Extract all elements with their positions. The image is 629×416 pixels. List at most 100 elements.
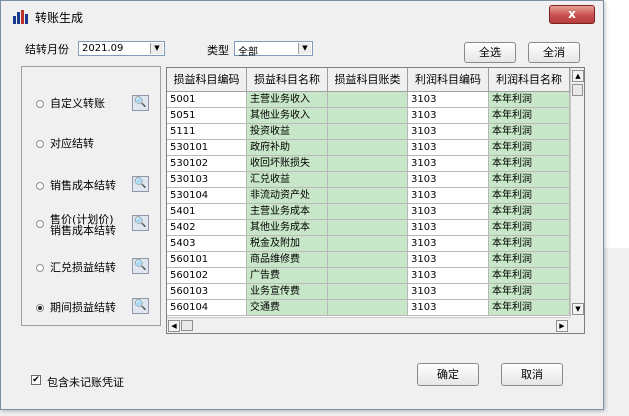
table-cell[interactable]: 3103: [408, 172, 489, 188]
table-cell[interactable]: 3103: [408, 220, 489, 236]
table-cell[interactable]: 3103: [408, 268, 489, 284]
table-cell[interactable]: 560103: [167, 284, 247, 300]
table-cell[interactable]: 政府补助: [247, 140, 328, 156]
table-cell[interactable]: 汇兑收益: [247, 172, 328, 188]
table-cell[interactable]: 560101: [167, 252, 247, 268]
table-row[interactable]: 530103 汇兑收益 3103 本年利润: [167, 172, 570, 188]
table-cell[interactable]: 560102: [167, 268, 247, 284]
table-cell[interactable]: 广告费: [247, 268, 328, 284]
search-icon[interactable]: 🔍: [132, 95, 149, 111]
table-cell[interactable]: 5111: [167, 124, 247, 140]
table-cell[interactable]: [328, 252, 408, 268]
table-cell[interactable]: 5001: [167, 92, 247, 108]
table-cell[interactable]: 本年利润: [489, 124, 570, 140]
horizontal-scrollbar[interactable]: ◀ ▶: [167, 317, 570, 333]
table-cell[interactable]: 3103: [408, 140, 489, 156]
table-cell[interactable]: 本年利润: [489, 204, 570, 220]
search-icon[interactable]: 🔍: [132, 298, 149, 314]
radio-button[interactable]: [36, 100, 44, 108]
table-cell[interactable]: 本年利润: [489, 300, 570, 316]
table-cell[interactable]: 本年利润: [489, 252, 570, 268]
table-cell[interactable]: [328, 172, 408, 188]
table-cell[interactable]: [328, 188, 408, 204]
table-cell[interactable]: 本年利润: [489, 188, 570, 204]
column-header[interactable]: 损益科目名称: [247, 68, 328, 92]
column-header[interactable]: 损益科目账类: [328, 68, 408, 92]
table-cell[interactable]: 本年利润: [489, 220, 570, 236]
type-select[interactable]: 全部 ▼: [234, 41, 313, 58]
search-icon[interactable]: 🔍: [132, 258, 149, 274]
table-cell[interactable]: 税金及附加: [247, 236, 328, 252]
table-cell[interactable]: 530104: [167, 188, 247, 204]
table-cell[interactable]: 本年利润: [489, 268, 570, 284]
table-cell[interactable]: 3103: [408, 124, 489, 140]
table-cell[interactable]: [328, 220, 408, 236]
table-row[interactable]: 5403 税金及附加 3103 本年利润: [167, 236, 570, 252]
table-cell[interactable]: 3103: [408, 284, 489, 300]
select-all-button[interactable]: 全选: [464, 42, 516, 63]
table-row[interactable]: 530102 收回坏账损失 3103 本年利润: [167, 156, 570, 172]
table-cell[interactable]: [328, 156, 408, 172]
table-row[interactable]: 5402 其他业务成本 3103 本年利润: [167, 220, 570, 236]
table-cell[interactable]: 5051: [167, 108, 247, 124]
clear-all-button[interactable]: 全消: [528, 42, 580, 63]
search-icon[interactable]: 🔍: [132, 215, 149, 231]
table-row[interactable]: 530104 非流动资产处 3103 本年利润: [167, 188, 570, 204]
table-cell[interactable]: 非流动资产处: [247, 188, 328, 204]
table-cell[interactable]: 3103: [408, 92, 489, 108]
radio-button[interactable]: [36, 182, 44, 190]
table-row[interactable]: 560101 商品维修费 3103 本年利润: [167, 252, 570, 268]
table-row[interactable]: 5111 投资收益 3103 本年利润: [167, 124, 570, 140]
month-select[interactable]: 2021.09 ▼: [78, 41, 165, 56]
table-cell[interactable]: 530103: [167, 172, 247, 188]
table-cell[interactable]: [328, 204, 408, 220]
ok-button[interactable]: 确定: [417, 363, 479, 386]
column-header[interactable]: 利润科目名称: [489, 68, 570, 92]
table-cell[interactable]: [328, 236, 408, 252]
radio-button[interactable]: [36, 220, 44, 228]
table-cell[interactable]: 3103: [408, 252, 489, 268]
include-unposted-checkbox[interactable]: ✔: [31, 375, 41, 385]
radio-button-selected[interactable]: [36, 304, 44, 312]
table-cell[interactable]: [328, 92, 408, 108]
table-cell[interactable]: 主营业务收入: [247, 92, 328, 108]
table-cell[interactable]: 其他业务收入: [247, 108, 328, 124]
scroll-right-icon[interactable]: ▶: [556, 320, 568, 332]
table-cell[interactable]: 3103: [408, 300, 489, 316]
column-header[interactable]: 损益科目编码: [167, 68, 247, 92]
table-cell[interactable]: 主营业务成本: [247, 204, 328, 220]
table-cell[interactable]: 本年利润: [489, 236, 570, 252]
table-row[interactable]: 5401 主营业务成本 3103 本年利润: [167, 204, 570, 220]
table-cell[interactable]: 5402: [167, 220, 247, 236]
table-cell[interactable]: 3103: [408, 236, 489, 252]
table-cell[interactable]: 本年利润: [489, 284, 570, 300]
table-cell[interactable]: 收回坏账损失: [247, 156, 328, 172]
table-cell[interactable]: 业务宣传费: [247, 284, 328, 300]
table-cell[interactable]: 530101: [167, 140, 247, 156]
table-cell[interactable]: 本年利润: [489, 108, 570, 124]
table-cell[interactable]: 本年利润: [489, 92, 570, 108]
table-cell[interactable]: 其他业务成本: [247, 220, 328, 236]
table-cell[interactable]: [328, 268, 408, 284]
scroll-up-icon[interactable]: ▲: [572, 70, 584, 82]
scroll-left-icon[interactable]: ◀: [168, 320, 180, 332]
scroll-down-icon[interactable]: ▼: [572, 303, 584, 315]
table-cell[interactable]: [328, 124, 408, 140]
table-cell[interactable]: 本年利润: [489, 140, 570, 156]
table-row[interactable]: 5001 主营业务收入 3103 本年利润: [167, 92, 570, 108]
radio-button[interactable]: [36, 264, 44, 272]
table-cell[interactable]: 本年利润: [489, 172, 570, 188]
table-cell[interactable]: 3103: [408, 108, 489, 124]
table-row[interactable]: 5051 其他业务收入 3103 本年利润: [167, 108, 570, 124]
scroll-thumb[interactable]: [572, 84, 583, 96]
radio-button[interactable]: [36, 140, 44, 148]
chevron-down-icon[interactable]: ▼: [298, 43, 311, 54]
table-row[interactable]: 560104 交通费 3103 本年利润: [167, 300, 570, 316]
table-row[interactable]: 560103 业务宣传费 3103 本年利润: [167, 284, 570, 300]
table-cell[interactable]: [328, 140, 408, 156]
table-cell[interactable]: 3103: [408, 204, 489, 220]
table-cell[interactable]: 投资收益: [247, 124, 328, 140]
table-cell[interactable]: 560104: [167, 300, 247, 316]
table-cell[interactable]: [328, 300, 408, 316]
table-cell[interactable]: 3103: [408, 156, 489, 172]
